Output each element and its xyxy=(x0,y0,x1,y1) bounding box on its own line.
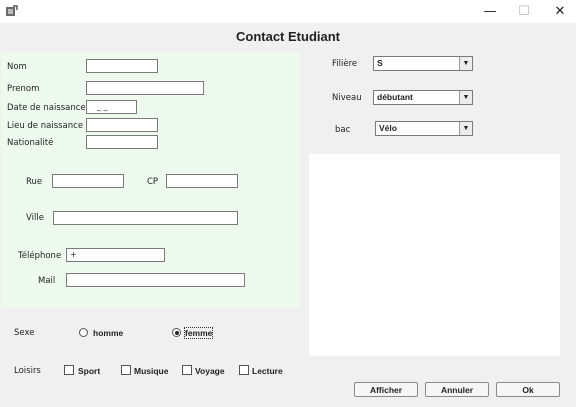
femme-option-label[interactable]: femme xyxy=(183,327,214,339)
afficher-button[interactable]: Afficher xyxy=(354,382,418,397)
lecture-checkbox[interactable] xyxy=(239,365,249,375)
musique-checkbox[interactable] xyxy=(121,365,131,375)
homme-radio[interactable] xyxy=(79,328,88,337)
niveau-value: débutant xyxy=(377,92,413,102)
bac-label: bac xyxy=(335,125,351,135)
minimize-icon: — xyxy=(483,4,497,19)
form-content: Contact Etudiant Nom Prenom Date de nais… xyxy=(0,23,576,407)
title-bar: — ☐ ✕ xyxy=(0,0,576,23)
close-icon: ✕ xyxy=(554,4,566,19)
homme-option-label[interactable]: homme xyxy=(93,328,123,338)
lecture-option-label[interactable]: Lecture xyxy=(252,366,283,376)
niveau-label: Niveau xyxy=(332,93,362,103)
bac-dropdown[interactable]: Vélo ▼ xyxy=(375,121,473,136)
java-app-icon xyxy=(6,5,18,16)
niveau-dropdown[interactable]: débutant ▼ xyxy=(373,90,473,105)
sport-option-label[interactable]: Sport xyxy=(78,366,100,376)
chevron-down-icon: ▼ xyxy=(459,122,472,135)
voyage-checkbox[interactable] xyxy=(182,365,192,375)
filiere-value: S xyxy=(377,58,383,68)
nationalite-field[interactable] xyxy=(86,135,158,149)
ville-label: Ville xyxy=(26,213,44,223)
sexe-label: Sexe xyxy=(14,328,35,338)
bac-value: Vélo xyxy=(379,123,397,133)
rue-field[interactable] xyxy=(52,174,124,188)
maximize-icon: ☐ xyxy=(518,4,530,19)
nationalite-label: Nationalité xyxy=(7,138,54,148)
nom-label: Nom xyxy=(7,62,27,72)
prenom-field[interactable] xyxy=(86,81,204,95)
musique-option-label[interactable]: Musique xyxy=(134,366,168,376)
mail-field[interactable] xyxy=(66,273,245,287)
date-naissance-field[interactable]: _ _ xyxy=(86,100,137,114)
telephone-label: Téléphone xyxy=(18,251,62,261)
mail-label: Mail xyxy=(38,276,56,286)
rue-label: Rue xyxy=(26,177,43,187)
annuler-button[interactable]: Annuler xyxy=(425,382,489,397)
page-title: Contact Etudiant xyxy=(236,29,340,44)
cp-label: CP xyxy=(147,177,159,187)
telephone-field[interactable]: + xyxy=(66,248,165,262)
lieu-naissance-field[interactable] xyxy=(86,118,158,132)
close-button[interactable]: ✕ xyxy=(538,0,576,23)
ville-field[interactable] xyxy=(53,211,238,225)
nom-field[interactable] xyxy=(86,59,158,73)
filiere-dropdown[interactable]: S ▼ xyxy=(373,56,473,71)
output-area[interactable] xyxy=(309,154,560,356)
chevron-down-icon: ▼ xyxy=(459,91,472,104)
cp-field[interactable] xyxy=(166,174,238,188)
prenom-label: Prenom xyxy=(7,84,40,94)
ok-button[interactable]: Ok xyxy=(496,382,560,397)
filiere-label: Filière xyxy=(332,59,358,69)
loisirs-label: Loisirs xyxy=(14,366,41,376)
voyage-option-label[interactable]: Voyage xyxy=(195,366,225,376)
sport-checkbox[interactable] xyxy=(64,365,74,375)
lieu-label: Lieu de naissance xyxy=(7,121,84,131)
femme-radio[interactable] xyxy=(172,328,181,337)
date-label: Date de naissance xyxy=(7,103,86,113)
chevron-down-icon: ▼ xyxy=(459,57,472,70)
